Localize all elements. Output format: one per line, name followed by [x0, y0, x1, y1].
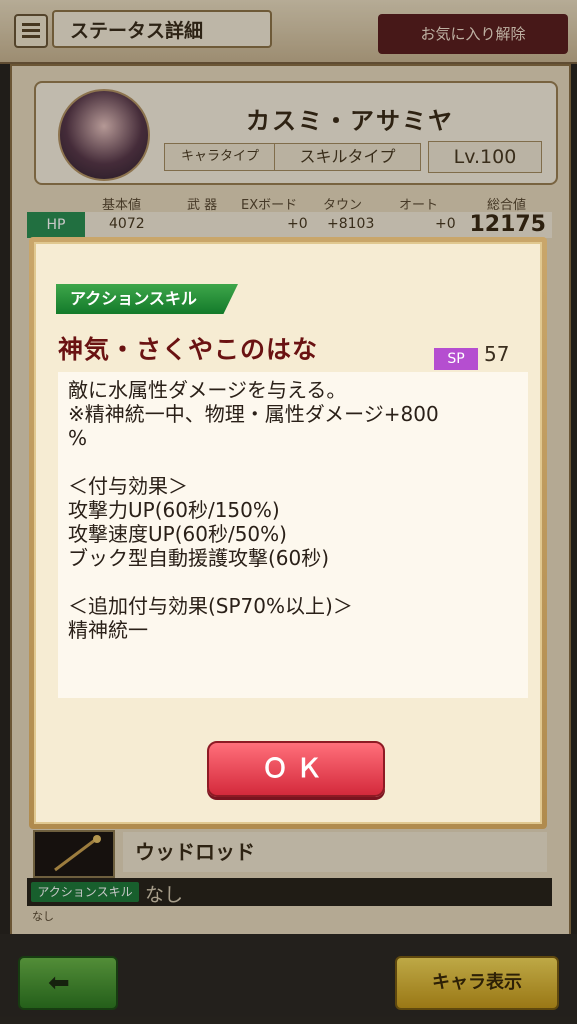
description-line	[68, 570, 518, 594]
modal-body: アクションスキル 神気・さくやこのはな SP 57 敵に水属性ダメージを与える。…	[34, 242, 542, 824]
description-line: 精神統一	[68, 618, 148, 642]
sp-value: 57	[484, 342, 510, 366]
skill-name: 神気・さくやこのはな	[58, 335, 319, 364]
description-line	[68, 450, 518, 474]
action-skill-badge: アクションスキル	[56, 284, 238, 314]
description-line: 攻撃速度UP(60秒/50%)	[68, 522, 287, 546]
description-line: %	[68, 426, 88, 450]
skill-detail-modal: アクションスキル 神気・さくやこのはな SP 57 敵に水属性ダメージを与える。…	[29, 237, 547, 829]
description-line: ※精神統一中、物理・属性ダメージ+800	[68, 402, 439, 426]
description-line: ブック型自動援護攻撃(60秒)	[68, 546, 330, 570]
skill-description: 敵に水属性ダメージを与える。 ※精神統一中、物理・属性ダメージ+800 % ＜付…	[58, 372, 528, 698]
description-line: 敵に水属性ダメージを与える。	[68, 378, 347, 402]
description-line: ＜付与効果＞	[68, 474, 188, 498]
description-line: 攻撃力UP(60秒/150%)	[68, 498, 280, 522]
ok-button[interactable]: ＯＫ	[207, 741, 385, 797]
description-line: ＜追加付与効果(SP70%以上)＞	[68, 594, 353, 618]
sp-label: SP	[434, 348, 478, 370]
